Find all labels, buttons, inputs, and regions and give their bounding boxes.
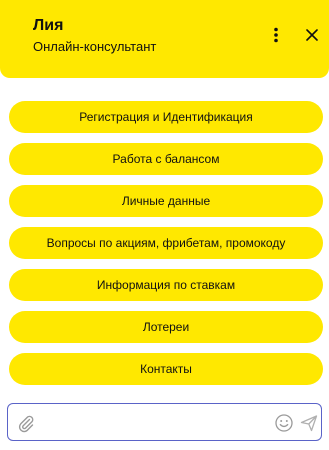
quick-reply-balance[interactable]: Работа с балансом xyxy=(9,143,323,175)
attach-button[interactable] xyxy=(16,413,36,433)
message-composer xyxy=(7,403,322,441)
close-icon xyxy=(306,29,318,41)
quick-reply-promotions[interactable]: Вопросы по акциям, фрибетам, промокоду xyxy=(9,227,323,259)
message-input[interactable] xyxy=(42,412,274,434)
close-button[interactable] xyxy=(302,25,322,45)
chat-header: Лия Онлайн-консультант xyxy=(0,0,329,78)
smiley-icon xyxy=(275,414,293,432)
agent-name: Лия xyxy=(33,17,64,34)
more-vertical-icon xyxy=(274,27,278,43)
quick-reply-lotteries[interactable]: Лотереи xyxy=(9,311,323,343)
more-menu-button[interactable] xyxy=(266,25,286,45)
emoji-button[interactable] xyxy=(274,413,294,433)
quick-reply-personal-data[interactable]: Личные данные xyxy=(9,185,323,217)
quick-reply-registration[interactable]: Регистрация и Идентификация xyxy=(9,101,323,133)
send-icon xyxy=(300,415,318,432)
quick-reply-bets-info[interactable]: Информация по ставкам xyxy=(9,269,323,301)
paperclip-icon xyxy=(18,415,34,433)
send-button[interactable] xyxy=(299,413,319,433)
quick-reply-contacts[interactable]: Контакты xyxy=(9,353,323,385)
agent-role: Онлайн-консультант xyxy=(33,39,157,54)
